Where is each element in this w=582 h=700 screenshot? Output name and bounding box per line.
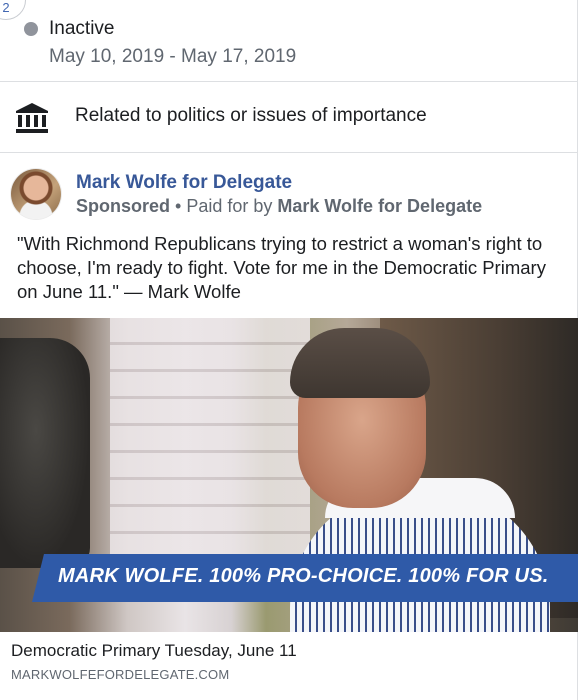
date-range: May 10, 2019 - May 17, 2019 <box>49 46 297 67</box>
status-row: Inactive <box>24 18 114 40</box>
separator-dot: • <box>170 196 187 216</box>
sponsored-line: Sponsored • Paid for by Mark Wolfe for D… <box>76 196 482 217</box>
link-url[interactable]: MARKWOLFEFORDELEGATE.COM <box>11 667 229 682</box>
background-siding <box>110 318 310 578</box>
inactive-status-dot-icon <box>24 22 38 36</box>
page-avatar[interactable] <box>11 169 61 219</box>
ad-image[interactable]: MARK WOLFE. 100% PRO-CHOICE. 100% FOR US… <box>0 318 578 632</box>
ad-card: 2 Inactive May 10, 2019 - May 17, 2019 R… <box>0 0 578 700</box>
ad-status-section: Inactive May 10, 2019 - May 17, 2019 <box>0 0 578 82</box>
candidate-hair <box>290 328 430 398</box>
sponsored-label: Sponsored <box>76 196 171 216</box>
link-caption[interactable]: Democratic Primary Tuesday, June 11 <box>11 641 297 661</box>
page-name-link[interactable]: Mark Wolfe for Delegate <box>76 172 292 194</box>
paid-for-by-name: Mark Wolfe for Delegate <box>277 196 483 216</box>
post-header: Mark Wolfe for Delegate Sponsored • Paid… <box>0 154 578 234</box>
post-body-text: "With Richmond Republicans trying to res… <box>17 233 546 302</box>
status-label: Inactive <box>49 18 115 39</box>
category-section: Related to politics or issues of importa… <box>0 83 578 153</box>
bank-icon <box>16 103 48 133</box>
category-label: Related to politics or issues of importa… <box>75 105 427 126</box>
image-banner-text: MARK WOLFE. 100% PRO-CHOICE. 100% FOR US… <box>58 565 549 587</box>
paid-for-prefix: Paid for by <box>186 196 278 216</box>
background-urn <box>0 338 90 568</box>
